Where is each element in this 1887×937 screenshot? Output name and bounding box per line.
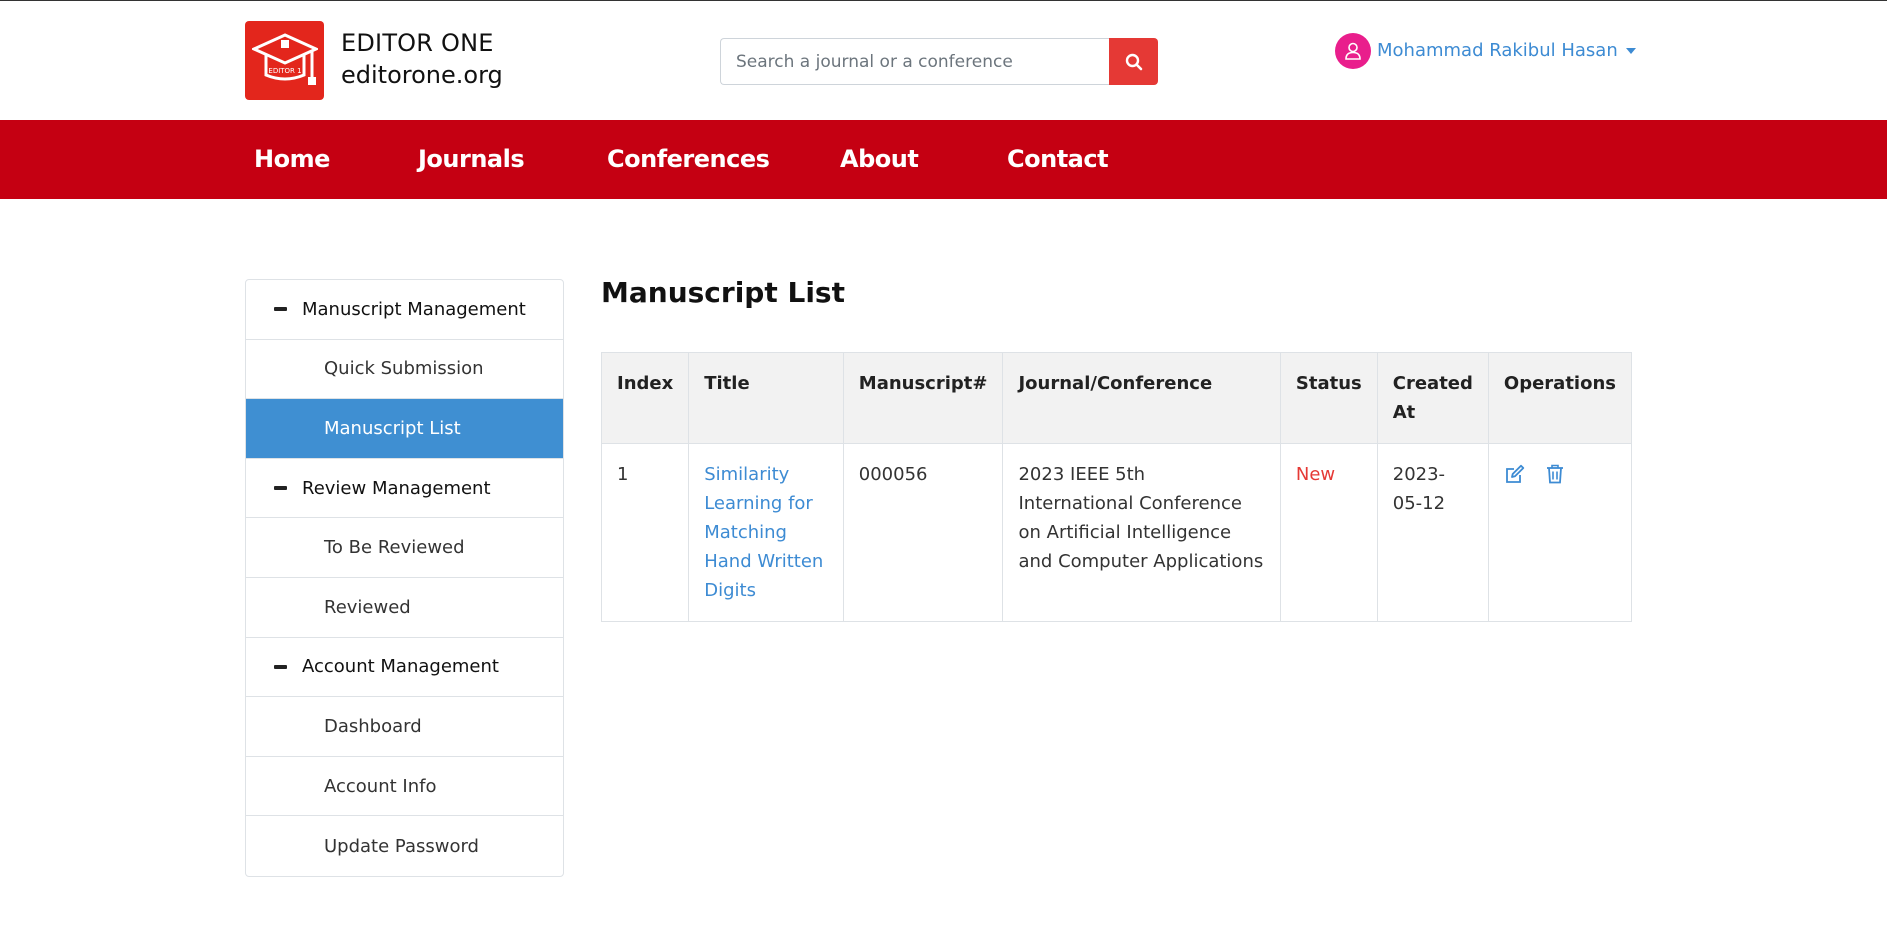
logo-text: EDITOR 1 xyxy=(268,67,301,75)
minus-icon xyxy=(274,486,287,491)
chevron-down-icon[interactable] xyxy=(1625,47,1636,54)
nav-about[interactable]: About xyxy=(840,120,919,199)
search-bar xyxy=(720,38,1158,85)
nav-contact[interactable]: Contact xyxy=(1007,120,1109,199)
sidebar-item-label: To Be Reviewed xyxy=(324,537,465,559)
sidebar-group-account-management[interactable]: Account Management xyxy=(246,638,563,698)
sidebar-item-label: Manuscript List xyxy=(324,417,461,439)
page-title: Manuscript List xyxy=(601,276,845,309)
sidebar-item-reviewed[interactable]: Reviewed xyxy=(246,578,563,638)
nav-journals[interactable]: Journals xyxy=(418,120,525,199)
search-input[interactable] xyxy=(720,38,1109,85)
sidebar-item-dashboard[interactable]: Dashboard xyxy=(246,697,563,757)
cell-manuscript-number: 000056 xyxy=(842,443,1004,622)
column-header-title: Title xyxy=(688,352,844,444)
column-header-operations: Operations xyxy=(1487,352,1633,444)
nav-conferences[interactable]: Conferences xyxy=(607,120,770,199)
brand-name: EDITOR ONE xyxy=(341,29,494,57)
column-header-journal: Journal/Conference xyxy=(1002,352,1281,444)
sidebar-group-label: Review Management xyxy=(302,477,491,499)
nav-home[interactable]: Home xyxy=(254,120,330,199)
cell-index: 1 xyxy=(600,443,690,622)
user-menu[interactable]: Mohammad Rakibul Hasan xyxy=(1335,32,1636,69)
table-header-row: Index Title Manuscript# Journal/Conferen… xyxy=(600,352,1633,444)
main-nav: Home Journals Conferences About Contact xyxy=(0,120,1887,199)
brand-domain: editorone.org xyxy=(341,61,503,89)
sidebar-item-to-be-reviewed[interactable]: To Be Reviewed xyxy=(246,518,563,578)
table-row: 1 Similarity Learning for Matching Hand … xyxy=(600,443,1633,622)
sidebar: Manuscript Management Quick Submission M… xyxy=(245,279,564,877)
manuscript-table: Index Title Manuscript# Journal/Conferen… xyxy=(600,352,1633,622)
sidebar-item-update-password[interactable]: Update Password xyxy=(246,816,563,876)
column-header-status: Status xyxy=(1279,352,1378,444)
search-button[interactable] xyxy=(1109,38,1158,85)
sidebar-item-account-info[interactable]: Account Info xyxy=(246,757,563,817)
sidebar-item-label: Update Password xyxy=(324,835,479,857)
avatar[interactable] xyxy=(1335,32,1371,69)
cell-operations xyxy=(1487,443,1633,622)
sidebar-item-label: Reviewed xyxy=(324,596,411,618)
edit-icon[interactable] xyxy=(1504,463,1526,485)
cell-journal: 2023 IEEE 5th International Conference o… xyxy=(1002,443,1281,622)
sidebar-item-manuscript-list[interactable]: Manuscript List xyxy=(246,399,563,459)
sidebar-group-manuscript-management[interactable]: Manuscript Management xyxy=(246,280,563,340)
column-header-index: Index xyxy=(600,352,690,444)
user-name[interactable]: Mohammad Rakibul Hasan xyxy=(1377,40,1618,61)
manuscript-title-link[interactable]: Similarity Learning for Matching Hand Wr… xyxy=(704,464,823,601)
cell-created-at: 2023-05-12 xyxy=(1376,443,1489,622)
minus-icon xyxy=(274,307,287,312)
sidebar-group-label: Account Management xyxy=(302,656,499,678)
status-badge: New xyxy=(1279,443,1378,622)
brand-text: EDITOR ONE editorone.org xyxy=(341,27,503,91)
delete-icon[interactable] xyxy=(1544,463,1566,485)
minus-icon xyxy=(274,664,287,669)
user-icon xyxy=(1345,42,1361,60)
graduation-cap-icon: EDITOR 1 xyxy=(251,32,318,85)
column-header-created-at: Created At xyxy=(1376,352,1489,444)
sidebar-item-label: Account Info xyxy=(324,775,437,797)
sidebar-group-label: Manuscript Management xyxy=(302,298,526,320)
sidebar-item-label: Quick Submission xyxy=(324,358,484,380)
sidebar-group-review-management[interactable]: Review Management xyxy=(246,459,563,519)
column-header-manuscript: Manuscript# xyxy=(842,352,1004,444)
search-icon xyxy=(1125,53,1142,70)
cell-title: Similarity Learning for Matching Hand Wr… xyxy=(688,443,844,622)
sidebar-item-label: Dashboard xyxy=(324,715,422,737)
site-header: EDITOR 1 EDITOR ONE editorone.org Mohamm… xyxy=(0,1,1887,120)
sidebar-item-quick-submission[interactable]: Quick Submission xyxy=(246,340,563,400)
editor-one-logo[interactable]: EDITOR 1 xyxy=(245,21,324,100)
